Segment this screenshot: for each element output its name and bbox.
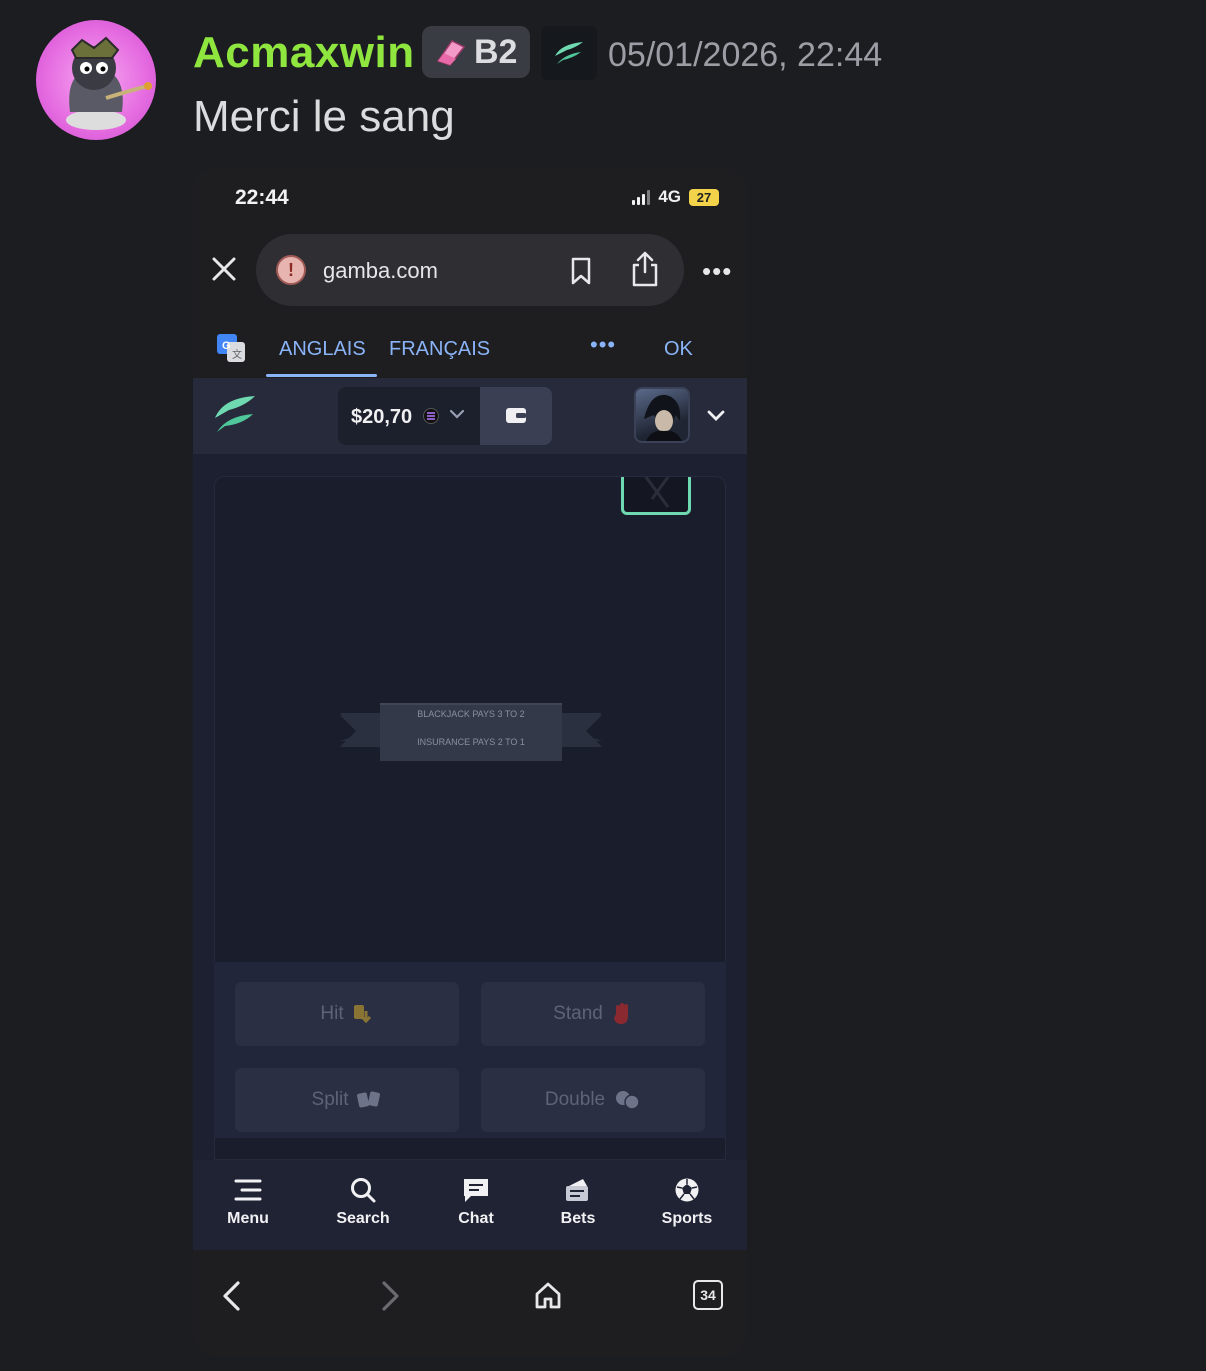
chevron-down-icon: [449, 409, 465, 419]
phone-status-bar: 22:44 4G 27: [193, 168, 747, 226]
nav-item-chat[interactable]: Chat: [431, 1176, 521, 1228]
browser-address-bar: ! gamba.com •••: [193, 232, 747, 308]
nav-item-menu[interactable]: Menu: [203, 1176, 293, 1228]
url-text: gamba.com: [323, 258, 438, 283]
blackjack-game-area: BLACKJACK PAYS 3 TO 2 INSURANCE PAYS 2 T…: [193, 454, 747, 1160]
username[interactable]: Acmaxwin: [193, 28, 415, 78]
tab-target-language[interactable]: FRANÇAIS: [389, 338, 490, 361]
nav-label: Chat: [458, 1210, 494, 1227]
home-icon[interactable]: [533, 1280, 563, 1310]
chat-icon: [464, 1179, 488, 1202]
translate-more-icon[interactable]: •••: [590, 332, 616, 358]
double-button[interactable]: Double: [481, 1068, 705, 1132]
double-button-label: Double: [544, 1089, 606, 1110]
translate-ok-button[interactable]: OK: [664, 338, 693, 361]
translate-bar: G 文 ANGLAIS FRANÇAIS ••• OK: [193, 318, 747, 378]
site-warning-icon[interactable]: !: [276, 255, 306, 285]
search-icon: [351, 1178, 376, 1203]
split-cards-icon: [357, 1091, 381, 1108]
bets-icon: [566, 1179, 588, 1201]
url-field[interactable]: ! gamba.com: [256, 234, 684, 306]
stand-button-label: Stand: [553, 1003, 603, 1024]
signal-icon: [632, 189, 651, 205]
user-avatar[interactable]: [36, 20, 156, 140]
nav-label: Menu: [227, 1210, 269, 1227]
message-timestamp: 05/01/2026, 22:44: [608, 36, 883, 74]
payout-banner: BLACKJACK PAYS 3 TO 2 INSURANCE PAYS 2 T…: [340, 701, 602, 765]
solana-coin-icon: [423, 408, 439, 424]
site-header: $20,70: [193, 378, 747, 454]
guild-tag-badge[interactable]: B2: [422, 26, 530, 78]
split-button-label: Split: [311, 1089, 349, 1110]
dealer-card: [621, 476, 691, 515]
gamba-logo-icon[interactable]: [211, 392, 259, 436]
split-button[interactable]: Split: [235, 1068, 459, 1132]
gamba-logo-icon: [555, 42, 583, 64]
tab-source-language[interactable]: ANGLAIS: [279, 338, 366, 361]
wallet-button[interactable]: [480, 387, 552, 445]
browser-more-icon[interactable]: •••: [702, 256, 732, 287]
balance-amount: $20,70: [351, 406, 413, 428]
server-badge[interactable]: [541, 26, 597, 80]
soccer-ball-icon: [675, 1178, 699, 1202]
tabs-count-icon[interactable]: 34: [693, 1280, 723, 1310]
guild-tag-label: B2: [474, 32, 518, 71]
active-tab-indicator: [266, 374, 377, 377]
banner-insurance-pays: INSURANCE PAYS 2 TO 1: [417, 737, 525, 747]
bookmark-icon[interactable]: [569, 256, 593, 286]
profile-character-image: [644, 394, 682, 441]
screenshot-attachment[interactable]: 22:44 4G 27 ! gamba.com ••• G 文 ANGLAIS …: [193, 168, 747, 1356]
menu-icon: [234, 1179, 262, 1201]
nav-label: Sports: [661, 1210, 713, 1227]
profile-avatar[interactable]: [634, 387, 690, 443]
browser-toolbar: 34: [193, 1250, 747, 1356]
share-icon[interactable]: [630, 250, 660, 288]
google-translate-icon: G 文: [217, 334, 245, 362]
action-buttons-panel: Hit Stand Split Double: [214, 962, 726, 1138]
forward-icon[interactable]: [377, 1280, 403, 1312]
network-label: 4G: [658, 187, 681, 206]
back-icon[interactable]: [219, 1280, 245, 1312]
status-time: 22:44: [235, 186, 289, 209]
stand-button[interactable]: Stand: [481, 982, 705, 1046]
nav-item-bets[interactable]: Bets: [533, 1176, 623, 1228]
nav-label: Search: [336, 1210, 390, 1227]
svg-text:G: G: [222, 340, 231, 352]
close-icon[interactable]: [209, 254, 239, 284]
avatar-character-image: [66, 36, 152, 130]
site-bottom-nav: Menu Search Chat Bets Sports: [193, 1160, 747, 1250]
nav-item-sports[interactable]: Sports: [642, 1176, 732, 1228]
message-content: Merci le sang: [193, 92, 455, 141]
profile-chevron-down-icon[interactable]: [705, 404, 727, 426]
svg-text:文: 文: [232, 348, 242, 361]
nav-item-search[interactable]: Search: [318, 1176, 408, 1228]
eraser-icon: [436, 40, 466, 66]
nav-label: Bets: [560, 1210, 596, 1227]
banner-blackjack-pays: BLACKJACK PAYS 3 TO 2: [417, 709, 525, 719]
hand-icon: [613, 1003, 628, 1024]
hit-button[interactable]: Hit: [235, 982, 459, 1046]
balance-selector[interactable]: $20,70: [338, 387, 480, 445]
hit-button-label: Hit: [320, 1003, 344, 1024]
battery-icon: 27: [689, 188, 719, 206]
wallet-icon: [506, 408, 526, 423]
hit-card-icon: [353, 1005, 371, 1024]
chips-icon: [616, 1091, 640, 1110]
